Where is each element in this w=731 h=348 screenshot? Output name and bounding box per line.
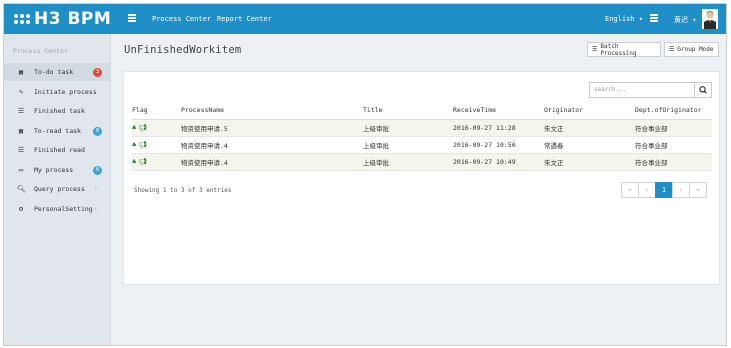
originator-cell: 朱文正 xyxy=(544,119,635,137)
logo-text: H3 BPM xyxy=(34,9,112,29)
column-header-flag[interactable]: Flag xyxy=(132,102,181,120)
search-icon xyxy=(699,86,707,94)
sidebar-item-personal-setting[interactable]: ⚙ PersonalSetting › xyxy=(4,200,111,218)
last-page-button[interactable]: » xyxy=(689,182,707,198)
megaphone-icon: 📢︎ xyxy=(138,157,150,166)
sidebar-item-label: PersonalSetting xyxy=(34,205,93,213)
first-page-button[interactable]: « xyxy=(621,182,639,198)
sidebar: Process Center ▦ To-do task 3 ✎ Initiate… xyxy=(4,34,111,345)
column-header-originator[interactable]: Originator xyxy=(544,102,635,120)
list-icon: ☰ xyxy=(17,107,25,115)
language-label: English xyxy=(605,15,635,23)
sidebar-item-label: To-do task xyxy=(34,68,74,76)
sidebar-item-label: Initiate process xyxy=(34,88,97,96)
page-button-current[interactable]: 1 xyxy=(655,182,673,198)
process-name-cell[interactable]: 物资使用申请.4 xyxy=(181,136,363,154)
logo-icon xyxy=(14,14,30,24)
edit-icon: ✎ xyxy=(18,88,24,96)
sidebar-item-finished-task[interactable]: ☰ Finished task xyxy=(4,102,111,120)
chevron-right-icon: › xyxy=(94,205,98,213)
title-cell: 上级审批 xyxy=(363,153,453,171)
prev-page-button[interactable]: ‹ xyxy=(638,182,656,198)
dept-cell: 符合事业部 xyxy=(635,119,712,137)
list-icon: ☰ xyxy=(592,46,598,53)
sidebar-item-query-process[interactable]: 🔍︎ Query process › xyxy=(4,180,111,198)
receive-time-cell: 2016-09-27 10:49 xyxy=(453,153,544,171)
top-bar: H3 BPM Process Center Report Center Engl… xyxy=(4,4,726,34)
sidebar-item-my-process[interactable]: ▭ My process 0 xyxy=(4,161,111,179)
workitem-panel: search... Flag ProcessName Title Receive… xyxy=(123,71,720,285)
megaphone-icon: 📢︎ xyxy=(138,140,150,149)
chevron-right-icon: › xyxy=(94,185,98,193)
inbox-icon: ▦ xyxy=(18,68,24,76)
gear-icon: ⚙ xyxy=(18,205,24,213)
language-dropdown[interactable]: English ▾ xyxy=(605,15,643,23)
sidebar-item-label: My process xyxy=(34,166,74,174)
batch-processing-label: Batch Processing xyxy=(600,42,637,57)
avatar[interactable] xyxy=(702,9,718,29)
next-page-button[interactable]: › xyxy=(672,182,690,198)
sidebar-item-label: Finished read xyxy=(34,146,85,154)
app-window: H3 BPM Process Center Report Center Engl… xyxy=(3,3,727,346)
search-icon: 🔍︎ xyxy=(17,185,26,193)
flag-cell: ♣📢︎ xyxy=(132,153,181,171)
list-icon[interactable] xyxy=(650,14,658,23)
megaphone-icon: 📢︎ xyxy=(138,123,150,132)
receive-time-cell: 2016-09-27 11:28 xyxy=(453,119,544,137)
table-header-row: Flag ProcessName Title ReceiveTime Origi… xyxy=(132,102,712,120)
dept-cell: 符合事业部 xyxy=(635,136,712,154)
entries-info: Showing 1 to 3 of 3 entries xyxy=(134,187,232,194)
column-header-dept[interactable]: Dept.ofOriginator xyxy=(635,102,712,120)
column-header-title[interactable]: Title xyxy=(363,102,453,120)
sidebar-item-finished-read[interactable]: ☰ Finished read xyxy=(4,141,111,159)
sidebar-item-to-read-task[interactable]: ▦ To-read task 0 xyxy=(4,122,111,140)
flag-cell: ♣📢︎ xyxy=(132,119,181,137)
to-read-count-badge: 0 xyxy=(93,126,102,136)
dept-cell: 符合事业部 xyxy=(635,153,712,171)
nav-process-center[interactable]: Process Center xyxy=(152,15,211,23)
sidebar-item-label: To-read task xyxy=(34,127,81,135)
folder-icon: ▭ xyxy=(18,166,24,174)
pagination: « ‹ 1 › » xyxy=(621,182,707,198)
sidebar-item-label: Query process xyxy=(34,185,85,193)
sidebar-item-label: Finished task xyxy=(34,107,85,115)
search-input[interactable]: search... xyxy=(589,82,695,98)
my-process-count-badge: 0 xyxy=(93,165,102,175)
originator-cell: 常遇春 xyxy=(544,136,635,154)
group-mode-label: Group Mode xyxy=(677,46,714,53)
todo-count-badge: 3 xyxy=(93,67,102,77)
search-button[interactable] xyxy=(695,82,712,98)
flag-cell: ♣📢︎ xyxy=(132,136,181,154)
nav-report-center[interactable]: Report Center xyxy=(217,15,272,23)
process-name-cell[interactable]: 物资使用申请.5 xyxy=(181,119,363,137)
grid-icon: ▦ xyxy=(18,127,24,135)
sidebar-item-todo-task[interactable]: ▦ To-do task 3 xyxy=(4,63,111,81)
column-header-receive-time[interactable]: ReceiveTime xyxy=(453,102,544,120)
sidebar-item-initiate-process[interactable]: ✎ Initiate process xyxy=(4,83,111,101)
sidebar-title: Process Center xyxy=(13,47,68,55)
batch-processing-button[interactable]: ☰ Batch Processing xyxy=(587,42,661,57)
page-title: UnFinishedWorkitem xyxy=(124,44,242,56)
user-menu[interactable]: 黄迟 ▾ xyxy=(674,15,696,25)
title-cell: 上级审批 xyxy=(363,119,453,137)
user-name: 黄迟 xyxy=(674,16,688,24)
title-cell: 上级审批 xyxy=(363,136,453,154)
table-row[interactable]: ♣📢︎ 物资使用申请.4 上级审批 2016-09-27 10:49 朱文正 符… xyxy=(132,153,712,171)
workitem-table: Flag ProcessName Title ReceiveTime Origi… xyxy=(132,102,712,171)
process-name-cell[interactable]: 物资使用申请.4 xyxy=(181,153,363,171)
table-row[interactable]: ♣📢︎ 物资使用申请.5 上级审批 2016-09-27 11:28 朱文正 符… xyxy=(132,119,712,137)
group-mode-button[interactable]: ☰ Group Mode xyxy=(664,42,719,57)
column-header-process-name[interactable]: ProcessName xyxy=(181,102,363,120)
table-row[interactable]: ♣📢︎ 物资使用申请.4 上级审批 2016-09-27 10:50 常遇春 符… xyxy=(132,136,712,154)
logo[interactable]: H3 BPM xyxy=(14,9,111,29)
originator-cell: 朱文正 xyxy=(544,153,635,171)
menu-toggle-icon[interactable] xyxy=(128,14,136,22)
list-icon: ☰ xyxy=(669,46,675,53)
list-icon: ☰ xyxy=(17,146,25,154)
receive-time-cell: 2016-09-27 10:50 xyxy=(453,136,544,154)
